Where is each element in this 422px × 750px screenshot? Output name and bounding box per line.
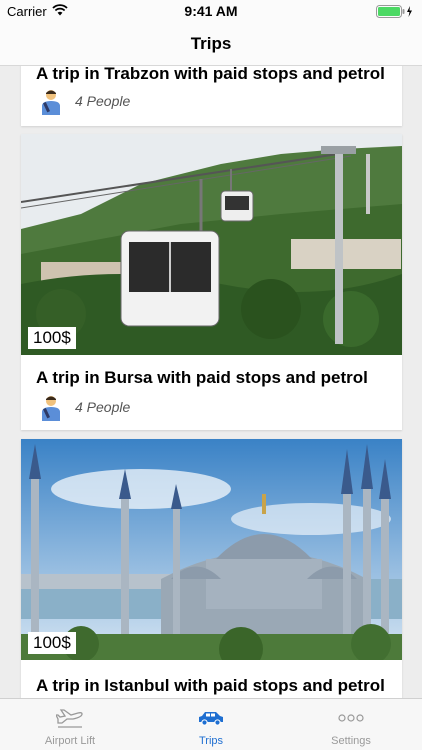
- car-icon: [199, 712, 223, 726]
- person-icon: [42, 90, 60, 115]
- trips-list[interactable]: A trip in Trabzon with paid stops and pe…: [0, 66, 422, 698]
- airplane-icon: [56, 709, 83, 728]
- battery-icon: [376, 5, 412, 18]
- page-title: Trips: [190, 34, 232, 53]
- trip-title: A trip in Istanbul with paid stops and p…: [36, 676, 385, 695]
- trip-card-trabzon[interactable]: A trip in Trabzon with paid stops and pe…: [21, 66, 402, 126]
- clock: 9:41 AM: [184, 3, 238, 19]
- price-badge: 100$: [28, 327, 76, 349]
- trip-title: A trip in Trabzon with paid stops and pe…: [36, 66, 385, 83]
- status-bar: Carrier 9:41 AM: [0, 0, 422, 22]
- trip-image: 100$: [21, 134, 402, 355]
- more-icon: [338, 714, 364, 722]
- trip-image: 100$: [21, 439, 402, 660]
- people-label: 4 People: [75, 399, 131, 415]
- person-icon: [42, 396, 60, 421]
- price-badge: 100$: [28, 632, 76, 654]
- tab-trips[interactable]: Trips: [141, 699, 281, 750]
- tab-airport-lift[interactable]: Airport Lift: [0, 699, 140, 750]
- trip-card-bursa[interactable]: 100$ A trip in Bursa with paid stops and…: [21, 134, 402, 430]
- tab-settings[interactable]: Settings: [281, 699, 421, 750]
- trip-card-istanbul[interactable]: 100$ A trip in Istanbul with paid stops …: [21, 439, 402, 698]
- cable-car-photo: [21, 134, 402, 355]
- navigation-bar: Trips: [0, 22, 422, 66]
- mosque-photo: [21, 439, 402, 660]
- tab-label: Trips: [198, 735, 224, 747]
- tab-label: Settings: [331, 735, 371, 747]
- people-label: 4 People: [75, 93, 131, 109]
- trip-title: A trip in Bursa with paid stops and petr…: [36, 368, 368, 387]
- tab-bar: Airport Lift Trips Settings: [0, 698, 422, 750]
- tab-label: Airport Lift: [44, 735, 96, 747]
